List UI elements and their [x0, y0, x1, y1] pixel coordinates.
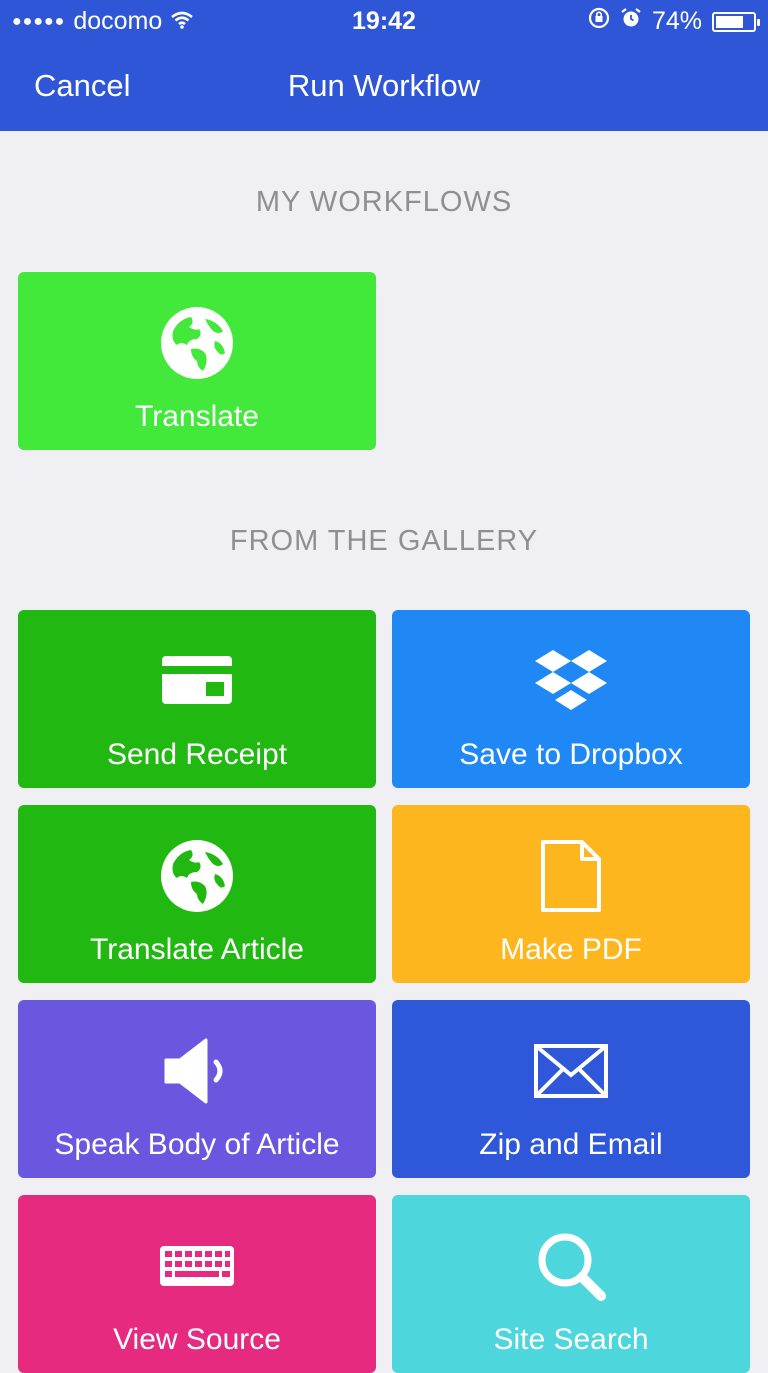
tile-label: Send Receipt — [106, 738, 288, 771]
globe-icon — [18, 302, 376, 384]
workflow-tile-translate-article[interactable]: Translate Article — [18, 805, 376, 983]
workflow-tile-send-receipt[interactable]: Send Receipt — [18, 610, 376, 788]
alarm-icon — [620, 7, 642, 36]
envelope-icon — [392, 1030, 750, 1112]
rotation-lock-icon — [588, 7, 610, 36]
tile-label: Zip and Email — [479, 1128, 663, 1161]
workflow-tile-site-search[interactable]: Site Search — [392, 1195, 750, 1373]
battery-percent: 74% — [651, 7, 702, 35]
speaker-icon — [18, 1030, 376, 1112]
globe-icon — [18, 835, 376, 917]
dropbox-icon — [392, 640, 750, 722]
workflow-tile-zip-and-email[interactable]: Zip and Email — [392, 1000, 750, 1178]
credit-card-icon — [18, 640, 376, 722]
gallery-header: FROM THE GALLERY — [229, 525, 539, 557]
workflow-tile-make-pdf[interactable]: Make PDF — [392, 805, 750, 983]
workflow-tile-speak-body-of-article[interactable]: Speak Body of Article — [18, 1000, 376, 1178]
navigation-bar: ●●●●● docomo 19:42 74% Cancel Run Workfl… — [0, 0, 768, 131]
tile-label: Save to Dropbox — [459, 738, 683, 771]
tile-label: Speak Body of Article — [54, 1128, 340, 1161]
tile-label: View Source — [113, 1323, 281, 1356]
keyboard-icon — [18, 1225, 376, 1307]
workflow-tile-save-to-dropbox[interactable]: Save to Dropbox — [392, 610, 750, 788]
status-bar: ●●●●● docomo 19:42 74% — [0, 0, 768, 44]
workflow-tile-translate[interactable]: Translate — [18, 272, 376, 450]
tile-label: Translate — [135, 400, 259, 433]
document-icon — [392, 835, 750, 917]
tile-label: Make PDF — [500, 933, 642, 966]
my-workflows-header: MY WORKFLOWS — [255, 186, 513, 218]
search-icon — [392, 1225, 750, 1307]
workflow-tile-view-source[interactable]: View Source — [18, 1195, 376, 1373]
page-title: Run Workflow — [287, 68, 481, 103]
battery-icon — [712, 11, 760, 32]
tile-label: Site Search — [493, 1323, 649, 1356]
battery-level-fill — [716, 15, 743, 28]
tile-label: Translate Article — [90, 933, 304, 966]
